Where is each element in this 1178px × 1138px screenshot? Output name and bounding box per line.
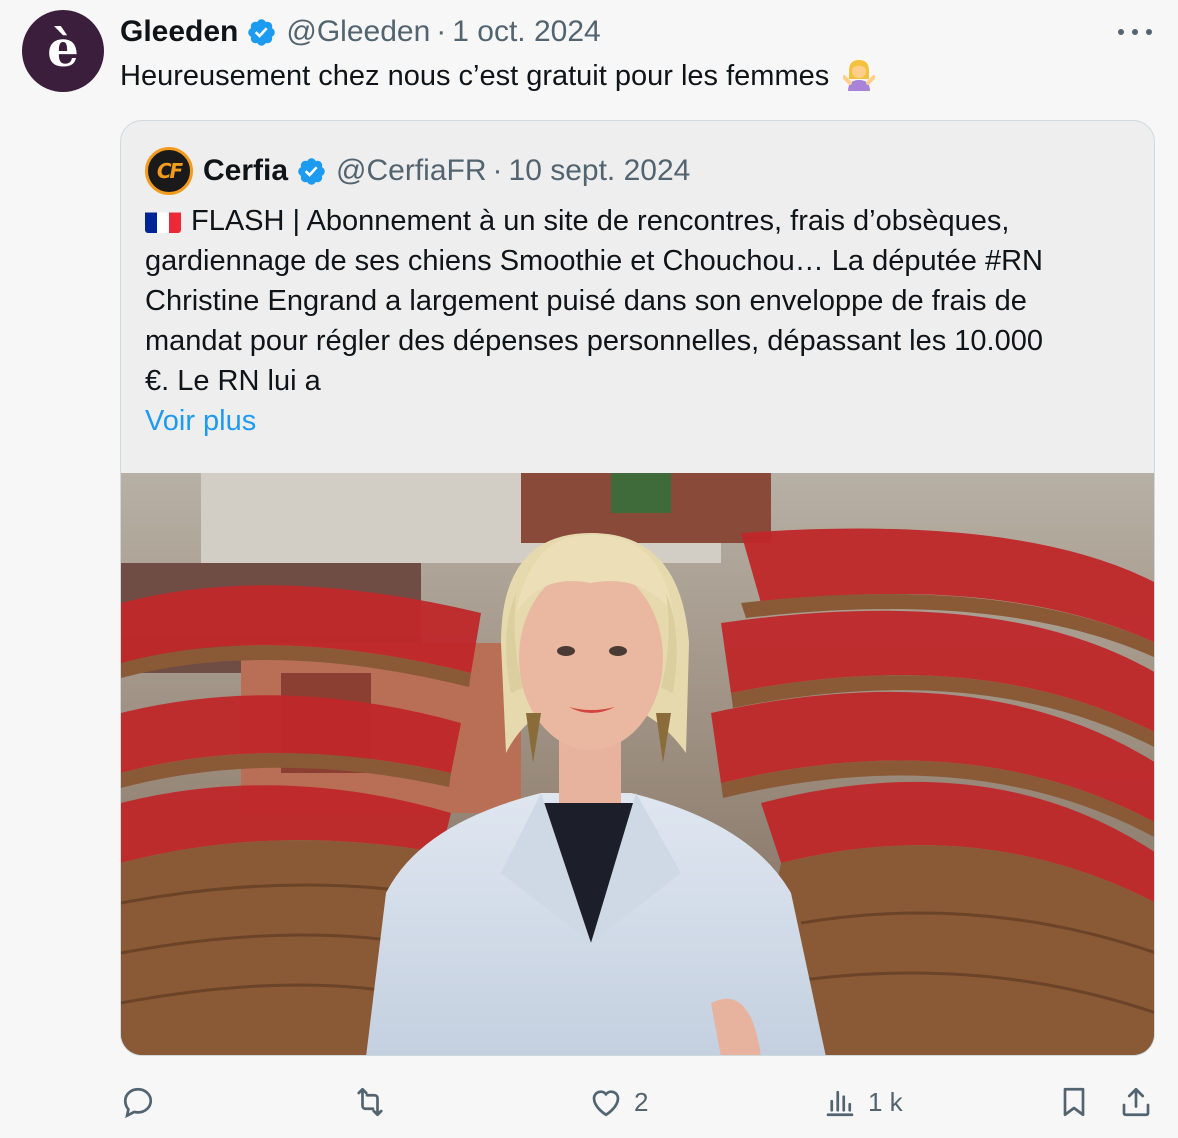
verified-badge-icon: [298, 157, 325, 185]
tweet-date[interactable]: 1 oct. 2024: [452, 15, 600, 49]
action-bar: 2 1 k: [120, 1080, 1160, 1124]
bookmark-icon: [1063, 1087, 1085, 1117]
reply-icon: [123, 1087, 153, 1119]
quoted-author-handle[interactable]: @CerfiaFR: [336, 154, 486, 188]
views-icon: [826, 1090, 854, 1117]
heart-icon: [592, 1090, 620, 1117]
photo-illustration: [121, 473, 1154, 1055]
like-button[interactable]: 2: [588, 1080, 648, 1124]
share-button[interactable]: [1118, 1080, 1154, 1124]
separator-dot: ·: [492, 154, 503, 187]
quoted-text-line-2: gardiennage de ses chiens Smoothie et Ch…: [145, 245, 1043, 277]
show-more-link[interactable]: Voir plus: [145, 401, 1135, 441]
tweet-text: Heureusement chez nous c’est gratuit pou…: [120, 56, 877, 96]
quoted-tweet-photo[interactable]: [121, 473, 1154, 1055]
separator-dot: ·: [436, 15, 447, 48]
dot: [1146, 29, 1152, 35]
tweet: è Gleeden @Gleeden · 1 oct. 2024 Heureus…: [0, 0, 1178, 1138]
author-handle[interactable]: @Gleeden: [286, 15, 430, 49]
quoted-tweet-text: FLASH | Abonnement à un site de rencontr…: [145, 201, 1135, 441]
repost-button[interactable]: [352, 1080, 398, 1124]
bookmark-button[interactable]: [1056, 1080, 1092, 1124]
views-button[interactable]: 1 k: [822, 1080, 903, 1124]
quoted-text-line: FLASH | Abonnement à un site de rencontr…: [145, 201, 1135, 241]
quoted-text-line-4: mandat pour régler des dépenses personne…: [145, 325, 1043, 357]
gleeden-avatar[interactable]: è: [22, 10, 104, 92]
french-flag-icon: [145, 208, 181, 233]
tweet-text-content: Heureusement chez nous c’est gratuit pou…: [120, 60, 830, 92]
like-count: 2: [634, 1086, 649, 1117]
quoted-tweet-header: CF Cerfia @CerfiaFR · 10 sept. 2024: [145, 147, 690, 195]
views-count: 1 k: [868, 1086, 903, 1117]
avatar-letter: è: [47, 19, 79, 78]
quoted-tweet-date[interactable]: 10 sept. 2024: [509, 154, 691, 188]
repost-icon: [357, 1087, 383, 1117]
author-name[interactable]: Gleeden: [120, 15, 238, 49]
verified-badge-icon: [248, 18, 276, 46]
dot: [1132, 29, 1138, 35]
quoted-author-name[interactable]: Cerfia: [203, 154, 288, 188]
quoted-text-line-3: Christine Engrand a largement puisé dans…: [145, 285, 1027, 317]
dot: [1118, 29, 1124, 35]
more-options-icon[interactable]: [1118, 22, 1152, 42]
quoted-tweet-card[interactable]: CF Cerfia @CerfiaFR · 10 sept. 2024 FLAS…: [120, 120, 1155, 1056]
reply-button[interactable]: [120, 1080, 166, 1124]
share-icon: [1122, 1087, 1150, 1117]
tweet-header: Gleeden @Gleeden · 1 oct. 2024: [120, 12, 601, 52]
cerfia-avatar[interactable]: CF: [145, 147, 193, 195]
avatar-text: CF: [156, 159, 183, 183]
quoted-text-line-1: FLASH | Abonnement à un site de rencontr…: [191, 205, 1010, 237]
quoted-text-line-5: €. Le RN lui a: [145, 365, 321, 397]
person-shrugging-emoji-icon: [842, 57, 877, 91]
